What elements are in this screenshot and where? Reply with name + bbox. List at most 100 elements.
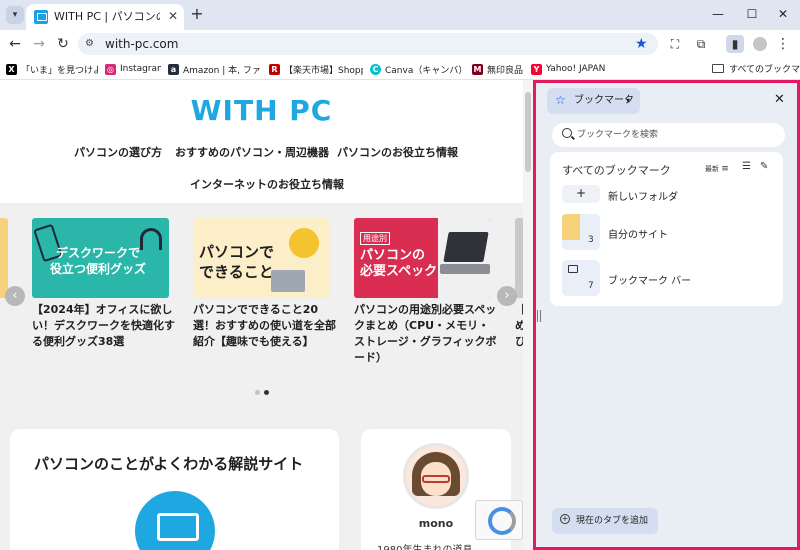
- site-logo[interactable]: WITH PC: [0, 94, 523, 127]
- article-card-2[interactable]: パソコンで できること パソコンでできること20選！おすすめの使い道を全部紹介【…: [193, 218, 336, 348]
- article-title[interactable]: パソコンの用途別必要スペックまとめ（CPU・メモリ・ストレージ・グラフィックボー…: [354, 302, 499, 366]
- article-thumbnail[interactable]: デスクワークで 役立つ便利グッズ: [32, 218, 169, 298]
- extensions-icon[interactable]: ⧉: [692, 35, 710, 53]
- recaptcha-badge[interactable]: [475, 500, 523, 540]
- bookmark-label: 無印良品: [487, 65, 524, 76]
- nav-pc-tips[interactable]: パソコンのお役立ち情報: [337, 144, 458, 160]
- side-panel-icon[interactable]: ▮: [726, 35, 744, 53]
- bookmark-yahoo[interactable]: Y Yahoo! JAPAN: [531, 62, 605, 76]
- add-current-tab-label: 現在のタブを追加: [576, 516, 649, 526]
- bookmark-label: 【楽天市場】Shoppin...: [284, 65, 363, 76]
- add-circle-icon: +: [560, 514, 570, 524]
- minimize-button[interactable]: —: [707, 4, 729, 24]
- browser-tab[interactable]: WITH PC | パソコンのことがよくわか ✕: [26, 4, 184, 30]
- folder-count: 7: [588, 281, 594, 291]
- article-title[interactable]: 【2024年】オフィスに欲しい！デスクワークを快適化する便利グッズ38選: [32, 302, 177, 350]
- bookmark-instagram[interactable]: ◎ Instagram: [105, 62, 161, 76]
- article-thumbnail[interactable]: パソコンで できること: [193, 218, 330, 298]
- bookmark-star-icon[interactable]: ★: [635, 35, 648, 53]
- list-view-icon[interactable]: ☰: [742, 161, 751, 172]
- laptop-icon: [271, 270, 305, 292]
- screenshot-icon[interactable]: ⛶: [666, 35, 684, 53]
- add-current-tab-button[interactable]: + 現在のタブを追加: [552, 508, 658, 534]
- article-card-1[interactable]: デスクワークで 役立つ便利グッズ 【2024年】オフィスに欲しい！デスクワークを…: [32, 218, 175, 348]
- profile-avatar[interactable]: [753, 37, 767, 51]
- sort-button[interactable]: 最新 ≡: [705, 164, 729, 174]
- window-close-button[interactable]: ✕: [772, 4, 794, 24]
- address-bar[interactable]: ⚙ with-pc.com ★: [78, 33, 658, 55]
- web-page: WITH PC パソコンの選び方 おすすめのパソコン・周辺機器 パソコンのお役立…: [0, 80, 533, 550]
- article-card-3[interactable]: 用途別 パソコンの 必要スペック パソコンの用途別必要スペックまとめ（CPU・メ…: [354, 218, 497, 364]
- carousel-prev-button[interactable]: ‹: [5, 286, 25, 306]
- laptop-base: [440, 264, 490, 274]
- sort-label: 最新: [705, 165, 719, 173]
- nav-choose-pc[interactable]: パソコンの選び方: [74, 144, 162, 160]
- carousel-dot-active[interactable]: [264, 390, 269, 395]
- thumb-text: できること: [199, 263, 274, 281]
- article-thumbnail[interactable]: 用途別 パソコンの 必要スペック: [354, 218, 491, 298]
- bookmark-label: 「いま」を見つけよう / X: [21, 65, 98, 76]
- tab-strip: ▾ WITH PC | パソコンのことがよくわか ✕ + — ☐ ✕: [0, 0, 800, 30]
- tab-close-icon[interactable]: ✕: [166, 9, 180, 23]
- sort-icon: ≡: [721, 164, 729, 174]
- amazon-icon: a: [168, 63, 179, 75]
- plus-icon: +: [576, 186, 587, 200]
- search-icon: [562, 128, 572, 138]
- search-placeholder: ブックマークを検索: [577, 130, 659, 140]
- muji-icon: M: [472, 63, 483, 75]
- side-panel-resize-handle[interactable]: [537, 310, 541, 322]
- partial-card-left[interactable]: [0, 218, 8, 298]
- list-title: すべてのブックマーク: [562, 164, 671, 177]
- article-title[interactable]: パソコンでできること20選！おすすめの使い道を全部紹介【趣味でも使える】: [193, 302, 338, 350]
- glasses-icon: [422, 475, 450, 483]
- all-bookmarks-folder[interactable]: すべてのブックマーク: [712, 62, 800, 75]
- new-folder-button[interactable]: +: [562, 185, 600, 203]
- bookmark-label: Canva（キャンバ）: ...: [385, 65, 466, 76]
- folder-label[interactable]: 自分のサイト: [608, 226, 668, 241]
- thumb-text: デスクワークで: [56, 246, 141, 260]
- url-text[interactable]: with-pc.com: [105, 36, 178, 52]
- about-title: パソコンのことがよくわかる解説サイト: [34, 455, 304, 473]
- thumb-tag: 用途別: [360, 232, 390, 245]
- side-panel-selector[interactable]: ☆ ブックマーク ▾: [547, 88, 640, 114]
- thumb-text: パソコンで: [199, 243, 275, 261]
- site-favicon-icon: [34, 10, 48, 24]
- yahoo-icon: Y: [531, 63, 542, 75]
- x-logo-icon: X: [6, 63, 17, 75]
- bookmark-folder-bar[interactable]: 7: [562, 260, 600, 296]
- folder-label[interactable]: ブックマーク バー: [608, 272, 691, 287]
- bookmark-search-input[interactable]: ブックマークを検索: [552, 123, 785, 147]
- fragment-line: 【: [515, 302, 523, 318]
- bookmark-folder-my-site[interactable]: 3: [562, 214, 600, 250]
- tab-search-button[interactable]: ▾: [6, 6, 24, 24]
- back-button[interactable]: ←: [6, 35, 24, 53]
- edit-icon[interactable]: ✎: [760, 161, 768, 172]
- bookmark-label: Instagram: [120, 64, 161, 74]
- site-thumbnail-icon: [562, 214, 580, 240]
- carousel-next-button[interactable]: ›: [497, 286, 517, 306]
- forward-button[interactable]: →: [30, 35, 48, 53]
- nav-internet-tips[interactable]: インターネットのお役立ち情報: [190, 176, 344, 192]
- partial-card-right[interactable]: [515, 218, 523, 298]
- bookmarks-bar: X 「いま」を見つけよう / X ◎ Instagram a Amazon | …: [0, 58, 800, 80]
- new-tab-button[interactable]: +: [188, 5, 206, 23]
- bookmark-muji[interactable]: M 無印良品: [472, 62, 528, 76]
- menu-icon[interactable]: ⋮: [774, 35, 792, 53]
- bookmark-canva[interactable]: C Canva（キャンバ）: ...: [370, 62, 466, 76]
- reload-button[interactable]: ↻: [54, 35, 72, 53]
- carousel-dot[interactable]: [255, 390, 260, 395]
- bookmark-x[interactable]: X 「いま」を見つけよう / X: [6, 62, 98, 76]
- thumb-text: パソコンの: [360, 248, 426, 263]
- browser-toolbar: ← → ↻ ⚙ with-pc.com ★ ⛶ ⧉ ▮ ⋮: [0, 30, 800, 58]
- new-folder-label[interactable]: 新しいフォルダ: [608, 188, 678, 203]
- partial-card-right-text: 【 め ひ: [515, 302, 523, 350]
- folder-icon: [568, 265, 578, 273]
- bookmark-amazon[interactable]: a Amazon | 本, ファッシ...: [168, 62, 262, 76]
- folder-icon: [712, 64, 724, 73]
- bookmark-rakuten[interactable]: R 【楽天市場】Shoppin...: [269, 62, 363, 76]
- maximize-button[interactable]: ☐: [741, 4, 763, 24]
- page-scrollbar-thumb[interactable]: [525, 92, 531, 172]
- side-panel-close-icon[interactable]: ✕: [774, 93, 785, 107]
- nav-recommended-pc[interactable]: おすすめのパソコン・周辺機器: [175, 144, 329, 160]
- site-info-icon[interactable]: ⚙: [85, 37, 99, 51]
